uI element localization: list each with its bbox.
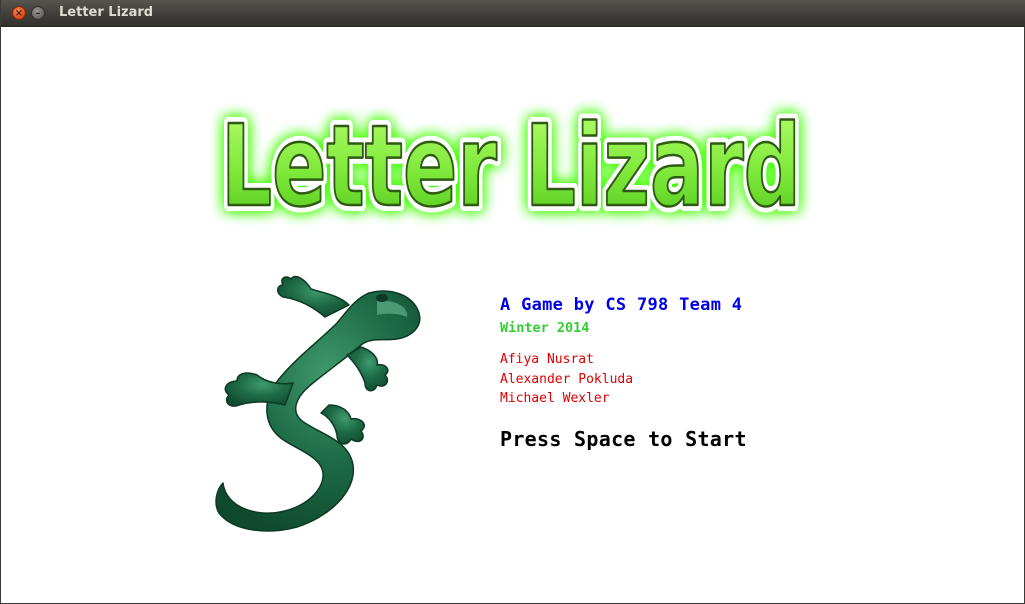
close-icon[interactable]: × [12,6,26,20]
window-titlebar[interactable]: × – Letter Lizard [1,0,1025,27]
team-member: Afiya Nusrat [500,352,594,367]
lizard-logo-icon [215,275,421,532]
team-member: Alexander Pokluda [500,371,634,387]
credits-panel: A Game by CS 798 Team 4 Winter 2014 Afiy… [500,294,747,451]
team-members-list: Afiya Nusrat Alexander Pokluda Michael W… [500,350,747,409]
minimize-icon[interactable]: – [31,6,45,20]
window-title: Letter Lizard [59,5,154,20]
game-window: × – Letter Lizard Letter Lizard Letter L… [0,0,1025,604]
start-prompt: Press Space to Start [500,426,747,451]
game-title-logo: Letter Lizard Letter Lizard [215,96,807,238]
credit-text: A Game by CS 798 Team 4 [500,295,743,315]
team-member: Michael Wexler [500,391,610,406]
game-title-text-outline: Letter Lizard [221,102,801,232]
season-text: Winter 2014 [500,320,590,336]
